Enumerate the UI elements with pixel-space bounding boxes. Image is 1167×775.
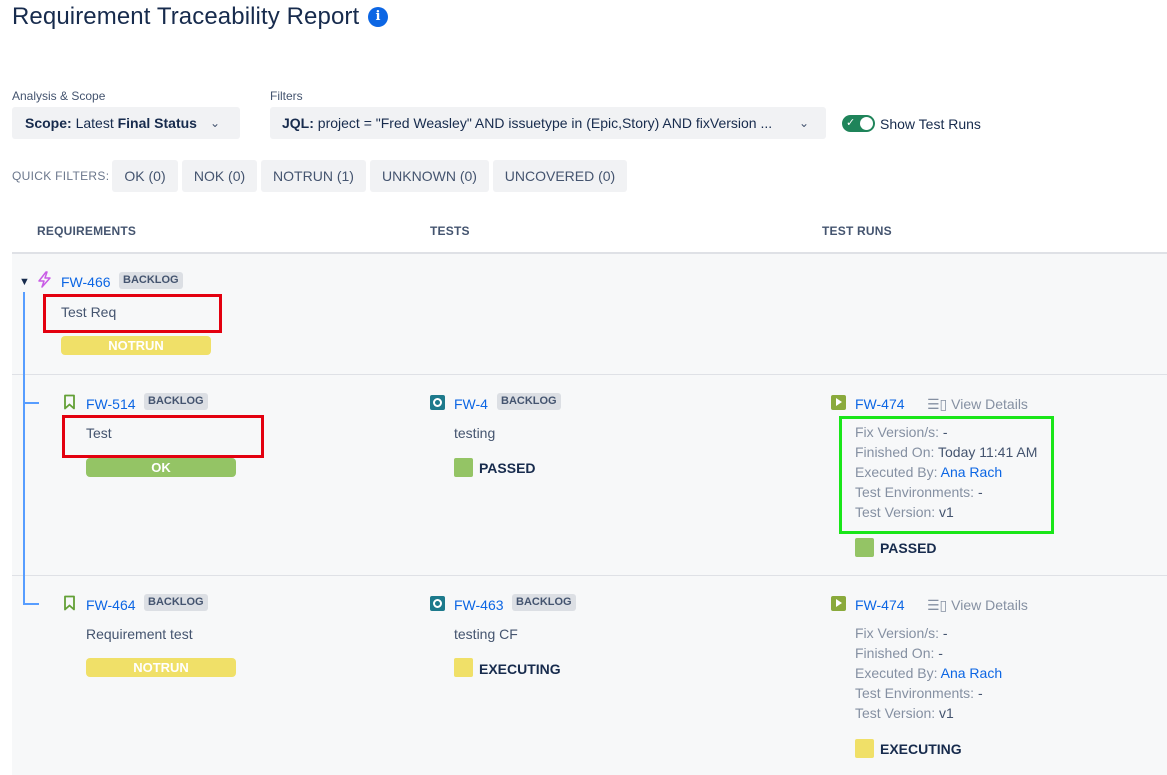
quick-filter-notrun[interactable]: NOTRUN (1): [261, 160, 366, 192]
requirement-summary: Requirement test: [86, 626, 193, 642]
test-run-status-label: EXECUTING: [880, 741, 962, 757]
story-bookmark-icon: [64, 595, 75, 611]
status-square: [454, 658, 473, 677]
test-status-label: PASSED: [479, 460, 536, 476]
coverage-status-bar: NOTRUN: [61, 336, 211, 355]
test-key-link[interactable]: FW-4: [454, 396, 488, 412]
tree-line-vertical: [23, 292, 25, 604]
scope-value-pre: Latest: [75, 115, 118, 131]
test-run-key-link[interactable]: FW-474: [855, 396, 905, 412]
highlight-box: [839, 416, 1054, 534]
requirement-key-link[interactable]: FW-514: [86, 396, 136, 412]
info-icon[interactable]: i: [368, 7, 388, 27]
quick-filter-unknown[interactable]: UNKNOWN (0): [370, 160, 489, 192]
view-details-link[interactable]: ☰▯ View Details: [927, 597, 1028, 614]
analysis-scope-label: Analysis & Scope: [12, 89, 106, 103]
detail-label: Finished On:: [855, 645, 935, 661]
scope-select[interactable]: Scope: Latest Final Status ⌄: [12, 107, 240, 139]
view-details-link[interactable]: ☰▯ View Details: [927, 396, 1028, 413]
page-title: Requirement Traceability Report: [12, 3, 360, 30]
chevron-down-icon[interactable]: ▼: [19, 276, 30, 288]
test-run-status-label: PASSED: [880, 540, 937, 556]
detail-value: -: [977, 685, 983, 701]
chevron-down-icon: ⌄: [795, 107, 814, 139]
jql-value: project = "Fred Weasley" AND issuetype i…: [317, 115, 773, 131]
quick-filter-ok[interactable]: OK (0): [112, 160, 178, 192]
detail-value: v1: [939, 705, 954, 721]
test-issue-icon: [430, 395, 445, 410]
status-square: [855, 739, 874, 758]
highlight-box: [43, 294, 222, 333]
test-summary: testing: [454, 425, 496, 441]
status-square: [454, 458, 473, 477]
test-execution-icon: [831, 596, 846, 611]
status-badge: BACKLOG: [497, 393, 561, 410]
status-badge: BACKLOG: [119, 272, 183, 289]
status-badge: BACKLOG: [144, 594, 208, 611]
status-badge: BACKLOG: [512, 594, 576, 611]
detail-label: Executed By:: [855, 665, 938, 681]
detail-value: -: [942, 625, 948, 641]
test-summary: testing CF: [454, 626, 518, 642]
details-icon: ☰▯: [927, 597, 948, 613]
check-icon: ✓: [846, 117, 856, 129]
view-details-label: View Details: [951, 396, 1028, 412]
status-square: [855, 538, 874, 557]
detail-label: Test Version:: [855, 705, 936, 721]
detail-value: -: [938, 645, 943, 661]
coverage-status-bar: NOTRUN: [86, 658, 236, 677]
detail-label: Fix Version/s:: [855, 625, 940, 641]
test-status-label: EXECUTING: [479, 661, 561, 677]
jql-key: JQL:: [282, 115, 314, 131]
highlight-box: [62, 415, 264, 458]
status-badge: BACKLOG: [144, 393, 208, 410]
chevron-down-icon: ⌄: [210, 116, 221, 130]
coverage-status-bar: OK: [86, 458, 236, 477]
jql-filter-select[interactable]: JQL: project = "Fred Weasley" AND issuet…: [270, 107, 826, 139]
detail-label: Test Environments:: [855, 685, 975, 701]
tree-line-branch: [23, 402, 39, 404]
show-test-runs-label: Show Test Runs: [880, 116, 981, 132]
quick-filters-label: QUICK FILTERS:: [12, 169, 110, 183]
test-run-key-link[interactable]: FW-474: [855, 597, 905, 613]
test-issue-icon: [430, 596, 445, 611]
column-header-test-runs: TEST RUNS: [822, 224, 892, 238]
show-test-runs-toggle[interactable]: ✓: [842, 115, 875, 132]
column-header-tests: TESTS: [430, 224, 470, 238]
column-header-requirements: REQUIREMENTS: [37, 224, 137, 238]
story-bookmark-icon: [64, 394, 75, 410]
epic-lightning-icon: [38, 271, 51, 288]
toggle-knob: [860, 117, 873, 130]
user-link[interactable]: Ana Rach: [941, 665, 1002, 681]
requirement-key-link[interactable]: FW-464: [86, 597, 136, 613]
requirement-key-link[interactable]: FW-466: [61, 274, 111, 290]
test-key-link[interactable]: FW-463: [454, 597, 504, 613]
quick-filter-uncovered[interactable]: UNCOVERED (0): [493, 160, 627, 192]
filters-label: Filters: [270, 89, 303, 103]
scope-value-bold: Final Status: [117, 115, 197, 131]
view-details-label: View Details: [951, 597, 1028, 613]
tree-line-branch: [23, 603, 39, 605]
scope-key: Scope:: [25, 115, 72, 131]
test-execution-icon: [831, 395, 846, 410]
quick-filter-nok[interactable]: NOK (0): [182, 160, 257, 192]
details-icon: ☰▯: [927, 396, 948, 412]
test-run-details: Fix Version/s: - Finished On: - Executed…: [855, 623, 1002, 723]
